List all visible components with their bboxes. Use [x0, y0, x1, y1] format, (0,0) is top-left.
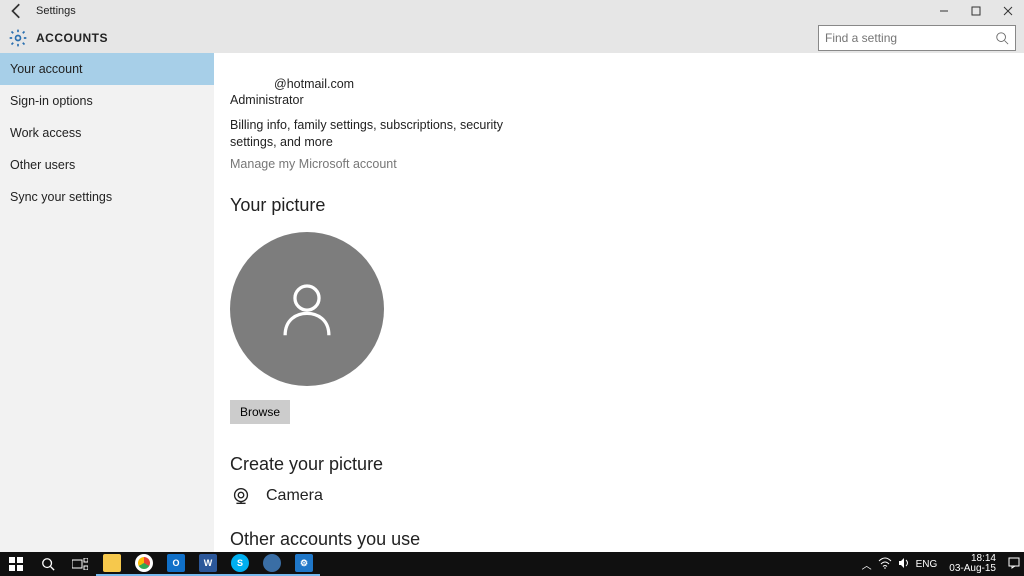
header-row: ACCOUNTS — [0, 22, 1024, 53]
maximize-button[interactable] — [960, 0, 992, 22]
taskbar-app-skype[interactable]: S — [224, 552, 256, 576]
sidebar-item-label: Sync your settings — [10, 190, 112, 204]
taskbar: O W S ⚙ ︿ ENG 18:14 03-Aug-15 — [0, 552, 1024, 576]
sidebar-item-label: Other users — [10, 158, 75, 172]
tray-chevron-icon[interactable]: ︿ — [862, 557, 872, 572]
notifications-icon[interactable] — [1008, 557, 1020, 572]
minimize-button[interactable] — [928, 0, 960, 22]
back-button[interactable] — [8, 2, 26, 20]
create-picture-heading: Create your picture — [230, 454, 1024, 475]
camera-option[interactable]: Camera — [230, 485, 1024, 507]
your-picture-heading: Your picture — [230, 195, 1024, 216]
window-titlebar: Settings — [0, 0, 1024, 22]
person-icon — [272, 274, 342, 344]
start-button[interactable] — [0, 552, 32, 576]
account-role: Administrator — [230, 93, 1024, 107]
taskbar-app-browser[interactable] — [256, 552, 288, 576]
sidebar-item-label: Your account — [10, 62, 83, 76]
tray-lang[interactable]: ENG — [916, 559, 938, 570]
taskbar-search-button[interactable] — [32, 552, 64, 576]
account-email: @hotmail.com — [274, 77, 1024, 91]
section-title: ACCOUNTS — [36, 31, 108, 45]
taskbar-app-outlook[interactable]: O — [160, 552, 192, 576]
content-pane: @hotmail.com Administrator Billing info,… — [214, 53, 1024, 552]
sidebar-item-label: Work access — [10, 126, 81, 140]
camera-icon — [230, 485, 252, 507]
taskbar-app-word[interactable]: W — [192, 552, 224, 576]
taskbar-date: 03-Aug-15 — [949, 564, 996, 574]
taskbar-app-explorer[interactable] — [96, 552, 128, 576]
browse-button[interactable]: Browse — [230, 400, 290, 424]
gear-icon — [8, 28, 28, 48]
sidebar-item-your-account[interactable]: Your account — [0, 53, 214, 85]
search-input[interactable] — [825, 31, 995, 45]
manage-account-link[interactable]: Manage my Microsoft account — [230, 157, 1024, 171]
task-view-button[interactable] — [64, 552, 96, 576]
close-button[interactable] — [992, 0, 1024, 22]
sidebar-item-work-access[interactable]: Work access — [0, 117, 214, 149]
sidebar: Your account Sign-in options Work access… — [0, 53, 214, 552]
volume-icon[interactable] — [898, 557, 910, 572]
other-accounts-heading: Other accounts you use — [230, 529, 1024, 550]
window-title: Settings — [36, 5, 76, 17]
search-icon — [995, 31, 1009, 45]
search-box[interactable] — [818, 25, 1016, 51]
sidebar-item-sync-settings[interactable]: Sync your settings — [0, 181, 214, 213]
taskbar-app-chrome[interactable] — [128, 552, 160, 576]
sidebar-item-other-users[interactable]: Other users — [0, 149, 214, 181]
taskbar-clock[interactable]: 18:14 03-Aug-15 — [943, 554, 1002, 574]
wifi-icon[interactable] — [878, 557, 892, 572]
account-description: Billing info, family settings, subscript… — [230, 117, 520, 151]
profile-avatar — [230, 232, 384, 386]
sidebar-item-signin-options[interactable]: Sign-in options — [0, 85, 214, 117]
taskbar-app-settings[interactable]: ⚙ — [288, 552, 320, 576]
system-tray[interactable]: ︿ ENG 18:14 03-Aug-15 — [862, 554, 1024, 574]
sidebar-item-label: Sign-in options — [10, 94, 93, 108]
camera-label: Camera — [266, 487, 323, 505]
